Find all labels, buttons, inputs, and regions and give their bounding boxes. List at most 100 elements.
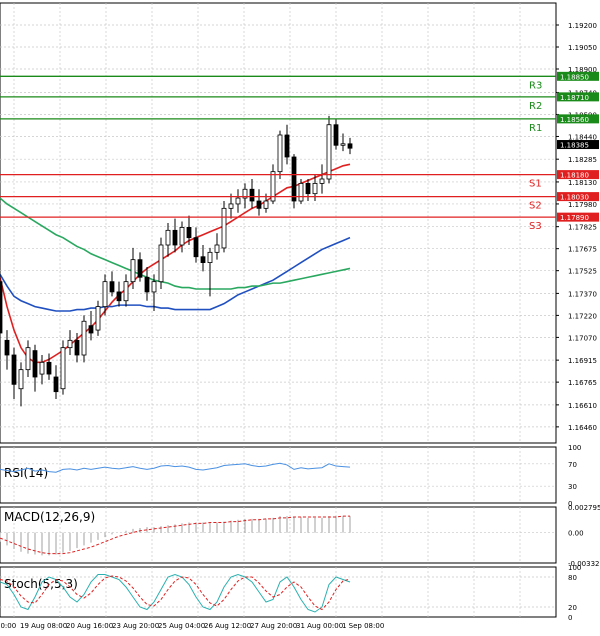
candle-bearish	[4, 339, 10, 356]
candle-bearish	[172, 229, 178, 246]
time-axis-label: 19 Aug 08:00	[20, 622, 67, 630]
price-tick-label: 1.19050	[568, 44, 597, 52]
candle-bearish	[144, 276, 150, 293]
price-tick-label: 1.19200	[568, 22, 597, 30]
level-name-s3: S3	[529, 221, 542, 232]
candle-bullish	[179, 226, 185, 246]
candle-bearish	[88, 325, 94, 334]
candle-bearish	[256, 200, 262, 209]
candle-bullish	[228, 203, 234, 209]
candle-bearish	[116, 291, 122, 302]
panel-frame	[0, 446, 557, 504]
candle-bullish	[39, 361, 45, 375]
candle-bearish	[291, 156, 297, 202]
level-price-label: 1.18560	[560, 116, 589, 124]
time-axis-label: 25 Aug 04:00	[158, 622, 205, 630]
candle-bearish	[284, 134, 290, 158]
candle-bullish	[235, 197, 241, 205]
price-tick-label: 1.16915	[568, 357, 597, 365]
price-tick-label: 1.17070	[568, 334, 597, 342]
candle-bearish	[249, 188, 255, 202]
level-price-label: 1.17890	[560, 214, 589, 222]
candle-bullish	[326, 124, 332, 180]
candle-bullish	[312, 182, 318, 195]
stoch-tick-label: 80	[568, 574, 577, 582]
level-name-r1: R1	[529, 123, 542, 134]
level-name-r3: R3	[529, 80, 542, 91]
time-axis-label: 00:00	[0, 622, 16, 630]
current-price-label: 1.18385	[560, 142, 589, 150]
time-axis-label: 20 Aug 16:00	[66, 622, 113, 630]
candle-bullish	[340, 143, 346, 146]
rsi-tick-label: 70	[568, 461, 577, 469]
price-tick-label: 1.17675	[568, 246, 597, 254]
price-tick-label: 1.17220	[568, 312, 597, 320]
candle-bullish	[207, 251, 213, 263]
level-name-s2: S2	[529, 201, 542, 212]
price-tick-label: 1.16460	[568, 424, 597, 432]
candle-bearish	[200, 256, 206, 264]
candle-bearish	[186, 226, 192, 239]
time-axis-label: 27 Aug 20:00	[250, 622, 297, 630]
macd-tick-label: 0.00	[568, 530, 584, 538]
price-panel: 1.192001.190501.189001.187401.185901.184…	[0, 2, 599, 444]
candle-bullish	[263, 200, 269, 209]
candle-bullish	[130, 259, 136, 283]
stoch-tick-label: 0	[568, 614, 572, 622]
candle-bearish	[347, 143, 353, 149]
time-axis: 00:00 19 Aug 08:0020 Aug 16:0023 Aug 20:0…	[0, 622, 384, 630]
chart-canvas: 1.192001.190501.189001.187401.185901.184…	[0, 2, 600, 630]
price-tick-label: 1.17525	[568, 268, 597, 276]
candle-bearish	[193, 237, 199, 258]
candle-bearish	[74, 339, 80, 356]
level-price-label: 1.18850	[560, 73, 589, 81]
price-tick-label: 1.18285	[568, 156, 597, 164]
macd-panel: MACD(12,26,9)0.0027950.00-0.003328	[0, 504, 600, 568]
candle-bearish	[137, 259, 143, 278]
candle-bullish	[214, 244, 220, 253]
panel-frame	[0, 566, 557, 618]
candle-bullish	[277, 134, 283, 173]
candle-bullish	[165, 229, 171, 246]
candle-bearish	[11, 354, 17, 385]
candle-bearish	[333, 124, 339, 146]
rsi-tick-label: 100	[568, 444, 581, 452]
time-axis-label: 1 Sep 08:00	[342, 622, 384, 630]
candle-bullish	[95, 306, 101, 331]
candle-bearish	[53, 376, 59, 393]
candle-bullish	[123, 281, 129, 302]
candle-bearish	[32, 350, 38, 378]
macd-title: MACD(12,26,9)	[4, 510, 95, 524]
candle-bullish	[18, 369, 24, 390]
candle-bullish	[221, 207, 227, 249]
candle-bullish	[298, 182, 304, 202]
time-axis-label: 23 Aug 20:00	[112, 622, 159, 630]
candle-bearish	[0, 281, 3, 334]
candle-bearish	[305, 182, 311, 195]
level-price-label: 1.18710	[560, 94, 589, 102]
stoch-panel: Stoch(5,5,3)10080200	[0, 564, 581, 622]
price-tick-label: 1.16765	[568, 379, 597, 387]
stoch-tick-label: 100	[568, 564, 581, 572]
candle-bullish	[25, 347, 31, 371]
price-tick-label: 1.17825	[568, 224, 597, 232]
candle-bullish	[319, 178, 325, 184]
time-axis-label: 31 Aug 00:00	[296, 622, 343, 630]
level-name-r2: R2	[529, 101, 542, 112]
candle-bullish	[81, 320, 87, 356]
level-price-label: 1.18030	[560, 194, 589, 202]
price-tick-label: 1.17980	[568, 201, 597, 209]
stoch-tick-label: 20	[568, 604, 577, 612]
price-tick-label: 1.18130	[568, 179, 597, 187]
rsi-tick-label: 30	[568, 483, 577, 491]
rsi-title: RSI(14)	[4, 466, 48, 480]
time-axis-label: 26 Aug 12:00	[204, 622, 251, 630]
candle-bullish	[102, 281, 108, 307]
level-price-label: 1.18180	[560, 172, 589, 180]
level-name-s1: S1	[529, 179, 542, 190]
price-tick-label: 1.17370	[568, 290, 597, 298]
candle-bullish	[67, 339, 73, 349]
macd-tick-label: 0.002795	[568, 504, 600, 512]
candle-bearish	[109, 281, 115, 293]
candle-bearish	[46, 361, 52, 375]
